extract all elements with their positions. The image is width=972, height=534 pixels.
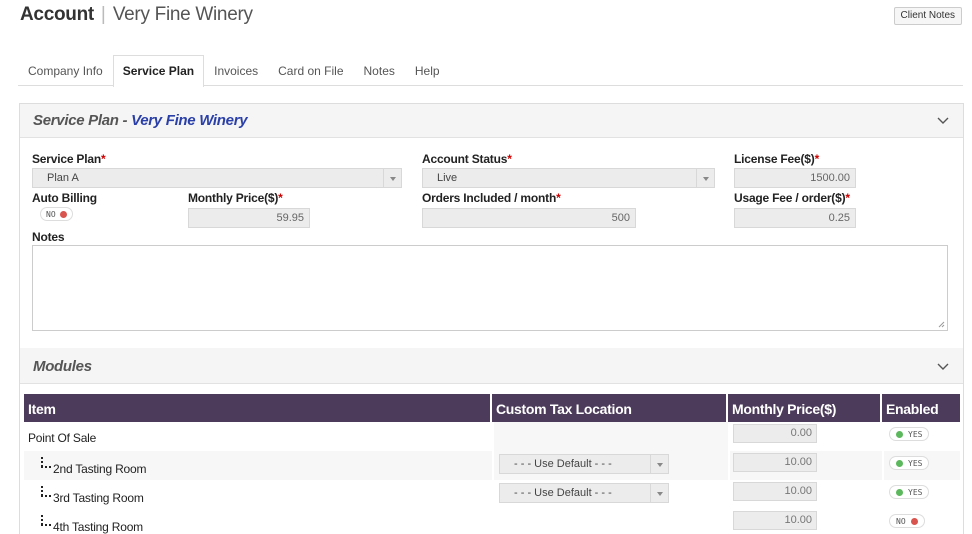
tab-service-plan[interactable]: Service Plan <box>112 55 205 87</box>
title-separator: | <box>100 4 106 25</box>
service-plan-panel-title: Service Plan - Very Fine Winery <box>33 112 248 129</box>
column-header-enabled: Enabled <box>886 401 939 417</box>
client-notes-button[interactable]: Client Notes <box>893 7 962 25</box>
table-header: Item Custom Tax Location Monthly Price($… <box>24 394 960 422</box>
monthly-price-input[interactable]: 10.00 <box>733 453 817 472</box>
table-row: 2nd Tasting Room - - - Use Default - - -… <box>24 451 960 480</box>
column-header-item: Item <box>24 394 492 422</box>
enabled-toggle[interactable]: YES <box>889 456 930 470</box>
monthly-price-input[interactable]: 59.95 <box>188 208 310 228</box>
chevron-down-icon[interactable] <box>937 360 949 372</box>
service-plan-label: Service Plan* <box>32 152 106 166</box>
column-header-tax-location: Custom Tax Location <box>492 394 728 422</box>
resize-handle-icon[interactable] <box>938 321 945 328</box>
toggle-off-indicator <box>910 517 918 525</box>
tax-location-select[interactable]: - - - Use Default - - - <box>499 483 669 503</box>
auto-billing-label: Auto Billing <box>32 191 97 205</box>
service-plan-select[interactable]: Plan A <box>32 168 402 188</box>
enabled-toggle[interactable]: NO <box>889 514 925 528</box>
item-name: 3rd Tasting Room <box>53 491 144 505</box>
notes-label: Notes <box>32 230 65 244</box>
chevron-down-icon <box>696 169 714 187</box>
monthly-price-input[interactable]: 10.00 <box>733 511 817 530</box>
tree-branch-icon <box>41 457 51 468</box>
modules-table: Item Custom Tax Location Monthly Price($… <box>24 394 960 534</box>
item-name: 4th Tasting Room <box>53 520 143 534</box>
enabled-toggle[interactable]: YES <box>889 427 930 441</box>
account-status-select[interactable]: Live <box>422 168 715 188</box>
chevron-down-icon <box>650 455 668 473</box>
chevron-down-icon <box>650 484 668 502</box>
monthly-price-input[interactable]: 0.00 <box>733 424 817 443</box>
tab-company-info[interactable]: Company Info <box>18 55 113 86</box>
account-status-label: Account Status* <box>422 152 512 166</box>
chevron-down-icon[interactable] <box>937 114 949 126</box>
usage-fee-label: Usage Fee / order($)* <box>734 191 850 205</box>
orders-included-input[interactable]: 500 <box>422 208 636 228</box>
notes-textarea[interactable] <box>32 245 948 331</box>
tab-invoices[interactable]: Invoices <box>204 55 268 86</box>
modules-title: Modules <box>33 358 92 375</box>
item-name: 2nd Tasting Room <box>53 462 147 476</box>
license-fee-input[interactable]: 1500.00 <box>734 168 856 188</box>
orders-included-label: Orders Included / month* <box>422 191 561 205</box>
tab-notes[interactable]: Notes <box>354 55 405 86</box>
table-row: Point Of Sale 0.00 YES <box>24 422 960 451</box>
chevron-down-icon <box>383 169 401 187</box>
monthly-price-label: Monthly Price($)* <box>188 191 283 205</box>
table-row: 4th Tasting Room 10.00 NO <box>24 509 960 534</box>
tab-help[interactable]: Help <box>405 55 450 86</box>
modules-panel-header[interactable]: Modules <box>20 348 963 384</box>
column-header-monthly-price: Monthly Price($) <box>728 394 882 422</box>
page-header: Account | Very Fine Winery <box>20 4 253 30</box>
auto-billing-toggle[interactable]: NO <box>40 207 73 221</box>
tax-location-select[interactable]: - - - Use Default - - - <box>499 454 669 474</box>
toggle-on-indicator <box>896 459 903 467</box>
toggle-on-indicator <box>896 430 903 438</box>
monthly-price-input[interactable]: 10.00 <box>733 482 817 501</box>
page-title: Account <box>20 4 94 25</box>
tab-bar: Company Info Service Plan Invoices Card … <box>18 55 963 87</box>
toggle-on-indicator <box>896 488 903 496</box>
table-row: 3rd Tasting Room - - - Use Default - - -… <box>24 480 960 509</box>
license-fee-label: License Fee($)* <box>734 152 820 166</box>
account-name: Very Fine Winery <box>112 4 253 25</box>
tree-branch-icon <box>41 486 51 497</box>
tab-card-on-file[interactable]: Card on File <box>268 55 353 86</box>
tree-branch-icon <box>41 515 51 526</box>
toggle-off-indicator <box>59 210 67 218</box>
service-plan-panel-header[interactable]: Service Plan - Very Fine Winery <box>20 104 963 138</box>
panel-company-name: Very Fine Winery <box>131 112 248 129</box>
enabled-toggle[interactable]: YES <box>889 485 930 499</box>
item-name: Point Of Sale <box>28 431 97 445</box>
usage-fee-input[interactable]: 0.25 <box>734 208 856 228</box>
